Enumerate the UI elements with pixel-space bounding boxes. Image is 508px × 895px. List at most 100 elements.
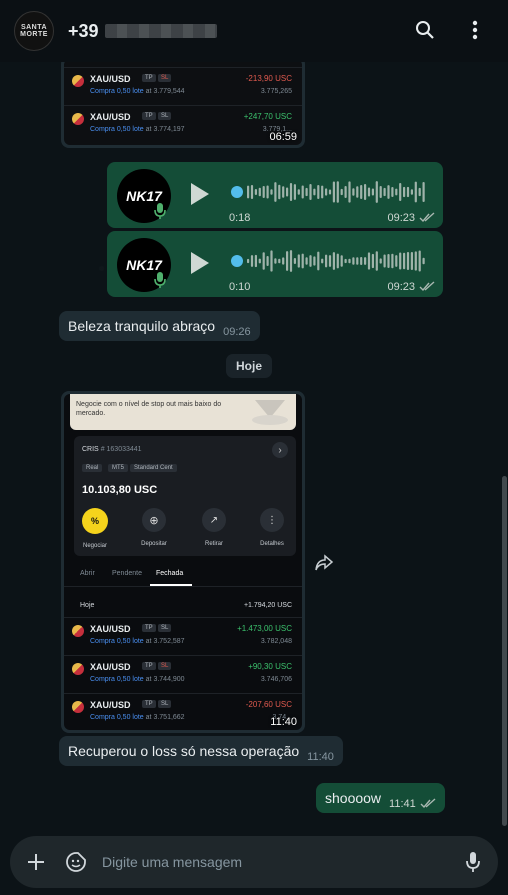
wave-bar <box>352 188 355 196</box>
mic-icon <box>154 203 166 219</box>
wave-bar <box>325 188 328 196</box>
wave-bar <box>375 251 378 271</box>
message-time: 09:23 <box>387 212 415 224</box>
wave-bar <box>266 256 269 266</box>
trade-symbol: XAU/USD <box>90 700 131 710</box>
wave-bar <box>266 185 269 199</box>
account-chip: MT5 <box>108 464 128 472</box>
redacted-number <box>104 24 217 38</box>
trade-sub: Compra 0,50 lote at 3.752,587 <box>90 638 185 645</box>
wave-bar <box>406 186 410 198</box>
trade-symbol: XAU/USD <box>90 74 131 84</box>
wave-bar <box>391 187 394 197</box>
message-time: 09:26 <box>223 326 251 338</box>
deposit-action-button[interactable]: ⊕ Depositar <box>136 508 172 550</box>
outgoing-message[interactable]: shoooow 11:41 <box>316 783 445 813</box>
wave-bar <box>250 184 254 200</box>
wave-bar <box>383 187 386 197</box>
wave-bar <box>254 188 257 196</box>
audio-duration: 0:10 <box>229 281 251 293</box>
wave-bar <box>403 186 406 198</box>
contact-name[interactable]: +39 <box>68 21 217 42</box>
wave-bar <box>367 252 371 270</box>
message-input[interactable]: Digite uma mensagem <box>102 854 242 870</box>
trade-screenshot-1: XAU/USD TP SL Compra 0,50 lote at 3.779,… <box>64 59 302 145</box>
incoming-message[interactable]: Recuperou o loss só nessa operação 11:40 <box>59 736 343 766</box>
trade-price: 3.746,706 <box>260 676 292 683</box>
contact-name-text: +39 <box>68 20 99 41</box>
action-label: Retirar <box>204 541 223 547</box>
wave-bar <box>410 251 413 271</box>
wave-bar <box>399 183 402 201</box>
wave-bar <box>262 186 265 198</box>
forward-icon[interactable] <box>314 554 334 572</box>
play-icon[interactable] <box>189 182 211 206</box>
wave-bar <box>317 251 320 271</box>
play-icon[interactable] <box>189 251 211 275</box>
message-composer: Digite uma mensagem <box>10 836 498 888</box>
tp-tag: TP <box>142 74 156 82</box>
wave-bar <box>352 257 355 265</box>
sl-tag: SL <box>158 112 172 120</box>
message-text: Recuperou o loss só nessa operação <box>68 743 300 759</box>
image-message-2[interactable]: Negocie com o nível de stop out mais bai… <box>61 391 305 733</box>
wave-bar <box>336 181 339 203</box>
tab-open[interactable]: Abrir <box>80 570 95 577</box>
trade-symbol: XAU/USD <box>90 662 131 672</box>
date-label: Hoje <box>235 359 262 373</box>
trade-action-button[interactable]: % Negociar <box>80 508 110 552</box>
wave-bar <box>356 257 359 265</box>
message-text: Beleza tranquilo abraço <box>68 318 216 334</box>
wave-bar <box>332 181 335 203</box>
sticker-icon[interactable] <box>64 850 88 874</box>
audio-waveform[interactable] <box>231 178 427 206</box>
message-time: 06:59 <box>269 131 297 143</box>
audio-waveform[interactable] <box>231 247 427 275</box>
tab-pending[interactable]: Pendente <box>112 570 142 577</box>
wave-bar <box>313 188 316 196</box>
wave-bar <box>301 185 304 199</box>
wave-bar <box>336 253 339 269</box>
wave-bar <box>399 252 402 270</box>
account-chip: Standard Cent <box>130 464 177 472</box>
withdraw-icon: ↗ <box>202 508 226 532</box>
withdraw-action-button[interactable]: ↗ Retirar <box>196 508 232 550</box>
audio-duration: 0:18 <box>229 212 251 224</box>
tp-tag: TP <box>142 624 156 632</box>
contact-avatar[interactable]: SANTA MORTE <box>14 11 54 51</box>
image-message-1[interactable]: XAU/USD TP SL Compra 0,50 lote at 3.779,… <box>61 56 305 148</box>
wave-bar <box>293 184 296 200</box>
wave-bar <box>371 253 374 269</box>
wave-bar <box>286 187 289 197</box>
tp-tag: TP <box>142 112 156 120</box>
wave-bar <box>414 181 417 203</box>
details-action-button[interactable]: ⋮ Detalhes <box>254 508 290 550</box>
scrollbar[interactable] <box>502 476 507 826</box>
wave-bar <box>313 256 316 266</box>
audio-message-2[interactable]: NK17 0:10 09:23 <box>107 231 443 297</box>
trade-sub: Compra 0,50 lote at 3.774,197 <box>90 126 185 133</box>
wave-bar <box>422 257 425 265</box>
incoming-message[interactable]: Beleza tranquilo abraço 09:26 <box>59 311 260 341</box>
wave-bar <box>348 181 351 203</box>
trade-sub: Compra 0,50 lote at 3.744,900 <box>90 676 185 683</box>
wave-bar <box>367 187 371 197</box>
trade-sub: Compra 0,50 lote at 3.779,544 <box>90 88 185 95</box>
wave-bar <box>262 252 265 270</box>
wave-bar <box>286 251 289 271</box>
plus-icon[interactable] <box>24 850 48 874</box>
message-time: 09:23 <box>387 281 415 293</box>
more-options-icon[interactable] <box>463 18 487 42</box>
wave-bar <box>328 255 332 267</box>
wave-bar <box>274 258 277 264</box>
wave-bar <box>383 254 386 268</box>
search-icon[interactable] <box>413 18 437 42</box>
trade-row: XAU/USD TP SL Compra 0,50 lote at 3.779,… <box>64 67 302 105</box>
tab-closed[interactable]: Fechada <box>156 570 183 577</box>
chevron-right-icon[interactable]: › <box>272 442 288 458</box>
account-balance: 10.103,80 USC <box>82 484 158 496</box>
wave-bar <box>332 252 335 270</box>
playhead-dot <box>231 255 243 267</box>
microphone-icon[interactable] <box>461 850 485 874</box>
audio-message-1[interactable]: NK17 0:18 09:23 <box>107 162 443 228</box>
